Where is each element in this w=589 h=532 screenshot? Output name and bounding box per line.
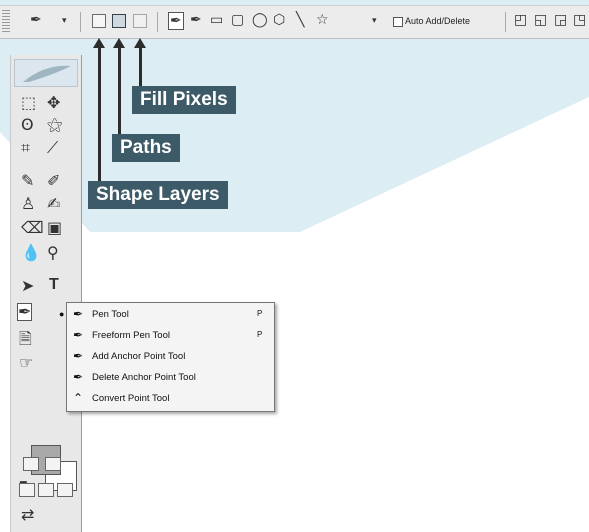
auto-add-delete-checkbox[interactable]: Auto Add/Delete	[393, 16, 470, 27]
standard-mode-icon[interactable]	[23, 457, 39, 471]
ellipse-shape-icon[interactable]: ◯	[252, 12, 268, 28]
tools-panel-header[interactable]	[14, 59, 78, 87]
pen-tool-option-icon[interactable]: ✒	[168, 12, 184, 30]
quick-mask-mode-icon[interactable]	[45, 457, 61, 471]
freeform-pen-icon: ✒	[73, 328, 84, 342]
options-bar: ✒ ▾ ✒ ✒ ▭ ▢ ◯ ⬡ ╲ ☆ ▾ Auto Add/Delete ◰ …	[0, 5, 589, 39]
shape-layers-arrow-line	[98, 47, 101, 182]
add-to-path-area-icon[interactable]: ◰	[514, 12, 527, 28]
options-bar-grip[interactable]	[2, 10, 10, 32]
rounded-rectangle-shape-icon[interactable]: ▢	[231, 12, 244, 28]
rectangle-shape-icon[interactable]: ▭	[210, 12, 223, 28]
fill-pixels-callout: Fill Pixels	[132, 86, 236, 114]
flyout-item-label: Add Anchor Point Tool	[92, 351, 186, 362]
type-tool-icon[interactable]: T	[49, 277, 59, 293]
full-screen-menu-mode-icon[interactable]	[38, 483, 54, 497]
tools-panel: ⬚ ✥ ʘ ⚝ ⌗ ⟋ ✎ ✐ ♙ ✍ ⌫ ▣ 💧 ⚲ ➤ T ✒ 🗎 ☞ ■ …	[10, 55, 82, 532]
marquee-tool-icon[interactable]: ⬚	[21, 95, 36, 111]
history-brush-tool-icon[interactable]: ✍	[47, 196, 60, 212]
exclude-overlapping-areas-icon[interactable]: ◳	[573, 12, 586, 28]
flyout-item-convert-point-tool[interactable]: ⌃ Convert Point Tool	[67, 389, 272, 409]
options-separator	[505, 12, 506, 32]
pen-icon: ✒	[73, 307, 84, 321]
pen-tool-icon[interactable]: ✒	[17, 303, 33, 321]
add-anchor-point-icon: ✒	[73, 349, 84, 363]
fill-pixels-mode-button[interactable]	[133, 14, 147, 28]
line-shape-icon[interactable]: ╲	[296, 12, 304, 28]
flyout-item-pen-tool[interactable]: ✒ ● Pen Tool P	[59, 305, 272, 325]
jump-to-imageready-icon[interactable]: ⇄	[21, 507, 34, 523]
auto-add-delete-label: Auto Add/Delete	[405, 16, 471, 26]
flyout-item-label: Freeform Pen Tool	[92, 330, 170, 341]
flyout-item-shortcut: P	[257, 309, 263, 318]
blur-tool-icon[interactable]: 💧	[21, 245, 41, 261]
polygon-shape-icon[interactable]: ⬡	[273, 12, 285, 28]
freeform-pen-option-icon[interactable]: ✒	[190, 12, 202, 28]
paths-callout: Paths	[112, 134, 180, 162]
path-selection-tool-icon[interactable]: ➤	[21, 278, 34, 294]
options-separator	[80, 12, 81, 32]
magic-wand-tool-icon[interactable]: ⚝	[47, 117, 63, 133]
crop-tool-icon[interactable]: ⌗	[21, 140, 30, 156]
paths-mode-button[interactable]	[112, 14, 126, 28]
convert-point-icon: ⌃	[73, 391, 84, 405]
paths-arrow-line	[118, 47, 121, 135]
pen-tool-flyout-menu: ✒ ● Pen Tool P ✒ Freeform Pen Tool P ✒ A…	[59, 302, 275, 412]
preset-dropdown-arrow-icon[interactable]: ▾	[62, 16, 67, 26]
flyout-item-add-anchor-point-tool[interactable]: ✒ Add Anchor Point Tool	[67, 347, 272, 367]
move-tool-icon[interactable]: ✥	[47, 95, 60, 111]
geometry-options-arrow-icon[interactable]: ▾	[372, 16, 377, 26]
slice-tool-icon[interactable]: ⟋	[47, 140, 58, 156]
flyout-item-freeform-pen-tool[interactable]: ✒ Freeform Pen Tool P	[67, 326, 272, 346]
custom-shape-icon[interactable]: ☆	[316, 12, 329, 28]
flyout-item-delete-anchor-point-tool[interactable]: ✒ Delete Anchor Point Tool	[67, 368, 272, 388]
shape-layers-callout: Shape Layers	[88, 181, 228, 209]
eraser-tool-icon[interactable]: ⌫	[21, 220, 44, 236]
notes-tool-icon[interactable]: 🗎	[19, 331, 32, 347]
full-screen-mode-icon[interactable]	[57, 483, 73, 497]
subtract-path-area-icon[interactable]: ◱	[534, 12, 547, 28]
checkbox-icon[interactable]	[393, 16, 403, 27]
brush-tool-icon[interactable]: ✐	[47, 173, 60, 189]
feather-icon	[23, 65, 71, 82]
flyout-item-shortcut: P	[257, 330, 263, 339]
selected-bullet-icon: ●	[59, 309, 65, 319]
dodge-tool-icon[interactable]: ⚲	[47, 245, 59, 261]
intersect-path-areas-icon[interactable]: ◲	[554, 12, 567, 28]
flyout-item-label: Convert Point Tool	[92, 393, 170, 404]
clone-stamp-tool-icon[interactable]: ♙	[21, 196, 35, 212]
gradient-tool-icon[interactable]: ▣	[47, 220, 62, 236]
flyout-item-label: Delete Anchor Point Tool	[92, 372, 196, 383]
delete-anchor-point-icon: ✒	[73, 370, 84, 384]
lasso-tool-icon[interactable]: ʘ	[21, 117, 34, 133]
fill-pixels-arrow-line	[139, 47, 142, 87]
healing-brush-tool-icon[interactable]: ✎	[21, 173, 34, 189]
flyout-item-label: Pen Tool	[92, 309, 129, 320]
shape-layers-mode-button[interactable]	[92, 14, 106, 28]
pen-tool-preset-icon[interactable]: ✒	[30, 12, 42, 28]
hand-tool-icon[interactable]: ☞	[19, 355, 33, 371]
standard-screen-mode-icon[interactable]	[19, 483, 35, 497]
options-separator	[157, 12, 158, 32]
